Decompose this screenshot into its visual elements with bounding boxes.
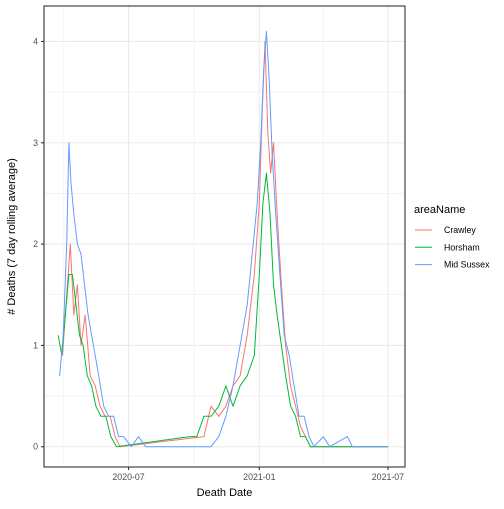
y-axis-title: # Deaths (7 day rolling average): [6, 158, 18, 315]
x-tick-label: 2020-07: [112, 472, 144, 482]
legend-label-crawley: Crawley: [444, 225, 476, 235]
x-tick-label: 2021-07: [372, 472, 404, 482]
legend-label-mid-sussex: Mid Sussex: [444, 260, 490, 270]
chart-svg: 0 1 2 3 4 2020-07 2021-01 2021-07 Death Date # …: [0, 0, 504, 504]
x-axis-title: Death Date: [197, 487, 253, 499]
legend-title: areaName: [414, 204, 465, 216]
y-tick-label: 2: [33, 239, 38, 249]
chart: 0 1 2 3 4 2020-07 2021-01 2021-07 Death Date # …: [0, 0, 504, 504]
x-tick-label: 2021-01: [243, 472, 275, 482]
y-tick-label: 4: [33, 36, 38, 46]
legend-label-horsham: Horsham: [444, 242, 480, 252]
y-tick-label: 3: [33, 138, 38, 148]
y-tick-label: 0: [33, 442, 38, 452]
y-tick-label: 1: [33, 340, 38, 350]
